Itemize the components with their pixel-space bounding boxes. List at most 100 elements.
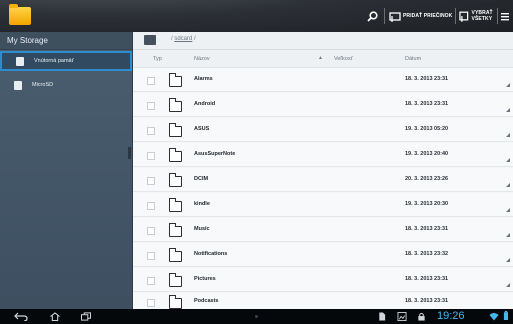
file-name: Pictures bbox=[194, 276, 216, 282]
file-name: ASUS bbox=[194, 126, 210, 132]
toolbar-divider bbox=[384, 8, 385, 24]
folder-icon bbox=[169, 198, 182, 212]
column-type[interactable]: Typ bbox=[153, 56, 162, 62]
file-row[interactable]: Android 18. 3. 2013 23:31 bbox=[133, 93, 513, 117]
row-checkbox[interactable] bbox=[147, 77, 155, 85]
document-notification-icon[interactable] bbox=[378, 312, 386, 321]
add-folder-button[interactable]: PRIDAŤ PRIEČINOK bbox=[389, 6, 452, 26]
file-name: DCIM bbox=[194, 176, 209, 182]
row-corner-indicator-icon bbox=[506, 133, 510, 137]
file-list-panel: / sdcard / Typ Názov ▲ Veľkosť Dátum Ala… bbox=[133, 32, 513, 309]
row-checkbox[interactable] bbox=[147, 227, 155, 235]
file-name: Music bbox=[194, 226, 210, 232]
folder-icon bbox=[169, 248, 182, 262]
keyboard-dot-icon bbox=[255, 315, 258, 318]
file-date: 18. 3. 2013 23:31 bbox=[405, 226, 449, 232]
sidebar-item-label: Vnútorná pamäť bbox=[34, 58, 74, 64]
image-notification-icon[interactable] bbox=[397, 312, 407, 321]
file-date: 18. 3. 2013 23:31 bbox=[405, 298, 449, 304]
sd-card-icon bbox=[14, 80, 22, 90]
column-size[interactable]: Veľkosť bbox=[334, 56, 353, 62]
home-icon[interactable] bbox=[49, 312, 61, 321]
sidebar-item-internal-storage[interactable]: Vnútorná pamäť bbox=[0, 51, 132, 71]
overflow-menu-icon bbox=[501, 12, 509, 20]
row-corner-indicator-icon bbox=[506, 158, 510, 162]
toolbar-divider bbox=[497, 8, 498, 24]
row-checkbox[interactable] bbox=[147, 202, 155, 210]
column-name[interactable]: Názov bbox=[194, 56, 210, 62]
row-corner-indicator-icon bbox=[506, 208, 510, 212]
add-folder-label: PRIDAŤ PRIEČINOK bbox=[403, 13, 453, 19]
folder-icon bbox=[169, 223, 182, 237]
row-corner-indicator-icon bbox=[506, 233, 510, 237]
sort-ascending-icon: ▲ bbox=[318, 55, 323, 61]
file-date: 19. 3. 2013 05:20 bbox=[405, 126, 449, 132]
row-checkbox[interactable] bbox=[147, 277, 155, 285]
file-date: 18. 3. 2013 23:32 bbox=[405, 251, 449, 257]
file-date: 18. 3. 2013 23:31 bbox=[405, 76, 449, 82]
file-row[interactable]: Alarms 18. 3. 2013 23:31 bbox=[133, 68, 513, 92]
back-icon[interactable] bbox=[14, 312, 28, 321]
select-all-icon bbox=[459, 11, 469, 22]
battery-icon bbox=[503, 311, 509, 320]
folder-icon bbox=[169, 98, 182, 112]
row-checkbox[interactable] bbox=[147, 102, 155, 110]
row-corner-indicator-icon bbox=[506, 83, 510, 87]
row-checkbox[interactable] bbox=[147, 127, 155, 135]
row-corner-indicator-icon bbox=[506, 183, 510, 187]
sidebar-item-label: MicroSD bbox=[32, 82, 54, 88]
row-corner-indicator-icon bbox=[506, 258, 510, 262]
file-row[interactable]: AsusSuperNote 19. 3. 2013 20:40 bbox=[133, 143, 513, 167]
status-clock: 19:26 bbox=[437, 310, 465, 322]
breadcrumb: / sdcard / bbox=[133, 32, 513, 50]
row-checkbox[interactable] bbox=[147, 177, 155, 185]
add-folder-icon bbox=[389, 11, 401, 22]
wifi-icon bbox=[489, 313, 499, 321]
file-row[interactable]: Notifications 18. 3. 2013 23:32 bbox=[133, 243, 513, 267]
folder-icon bbox=[169, 273, 182, 287]
row-corner-indicator-icon bbox=[506, 108, 510, 112]
folder-icon bbox=[169, 123, 182, 137]
file-name: Notifications bbox=[194, 251, 228, 257]
folder-icon bbox=[169, 73, 182, 87]
path-suffix: / bbox=[192, 36, 196, 42]
file-name: AsusSuperNote bbox=[194, 151, 236, 157]
column-header: Typ Názov ▲ Veľkosť Dátum bbox=[133, 50, 513, 68]
row-checkbox[interactable] bbox=[147, 152, 155, 160]
sidebar-resize-handle[interactable] bbox=[128, 147, 131, 159]
file-name: kindle bbox=[194, 201, 210, 207]
file-row[interactable]: Pictures 18. 3. 2013 23:31 bbox=[133, 268, 513, 292]
folder-app-icon[interactable] bbox=[9, 4, 31, 25]
file-row[interactable]: Podcasts 18. 3. 2013 23:31 bbox=[133, 293, 513, 309]
overflow-menu-button[interactable] bbox=[501, 6, 509, 26]
file-name: Podcasts bbox=[194, 298, 219, 304]
column-date[interactable]: Dátum bbox=[405, 56, 421, 62]
path-text: / sdcard / bbox=[171, 36, 196, 42]
action-bar: PRIDAŤ PRIEČINOK VYBRAŤ VŠETKY bbox=[0, 0, 513, 33]
folder-icon bbox=[169, 173, 182, 187]
file-row[interactable]: DCIM 20. 3. 2013 23:26 bbox=[133, 168, 513, 192]
internal-storage-icon bbox=[16, 56, 24, 66]
toolbar-divider bbox=[455, 8, 456, 24]
search-button[interactable] bbox=[367, 6, 378, 26]
row-corner-indicator-icon bbox=[506, 283, 510, 287]
sidebar-item-microsd[interactable]: MicroSD bbox=[0, 75, 132, 95]
row-checkbox[interactable] bbox=[147, 299, 155, 307]
lock-icon bbox=[418, 312, 425, 321]
file-row[interactable]: Music 18. 3. 2013 23:31 bbox=[133, 218, 513, 242]
recent-apps-icon[interactable] bbox=[80, 312, 92, 321]
sidebar-title: My Storage bbox=[0, 32, 132, 50]
file-row[interactable]: ASUS 19. 3. 2013 05:20 bbox=[133, 118, 513, 142]
file-date: 19. 3. 2013 20:40 bbox=[405, 151, 449, 157]
file-date: 19. 3. 2013 20:30 bbox=[405, 201, 449, 207]
row-checkbox[interactable] bbox=[147, 252, 155, 260]
file-row[interactable]: kindle 19. 3. 2013 20:30 bbox=[133, 193, 513, 217]
file-date: 20. 3. 2013 23:26 bbox=[405, 176, 449, 182]
folder-icon bbox=[169, 295, 182, 309]
file-date: 18. 3. 2013 23:31 bbox=[405, 276, 449, 282]
path-link-sdcard[interactable]: sdcard bbox=[174, 36, 192, 42]
up-folder-icon[interactable] bbox=[144, 35, 156, 45]
file-name: Alarms bbox=[194, 76, 213, 82]
storage-sidebar: My Storage Vnútorná pamäť MicroSD bbox=[0, 32, 133, 309]
folder-icon bbox=[169, 148, 182, 162]
